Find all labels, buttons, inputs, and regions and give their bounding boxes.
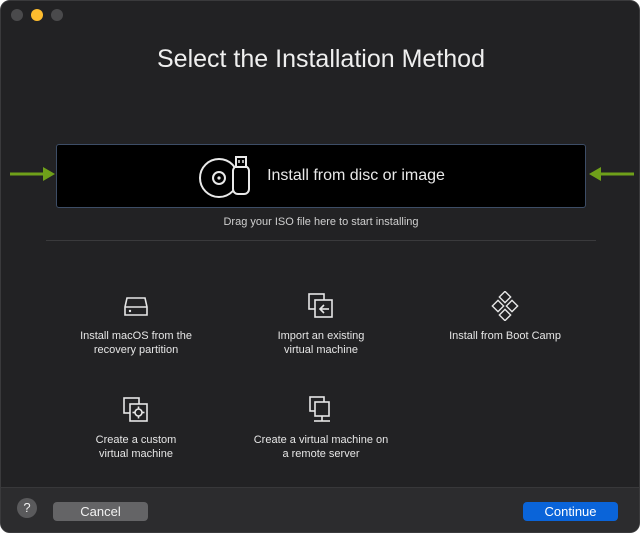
arrow-left-icon [589,167,634,181]
cancel-button[interactable]: Cancel [53,502,148,521]
disc-usb-icon [199,156,251,198]
close-window-button[interactable] [11,9,23,21]
dropzone-hint: Drag your ISO file here to start install… [223,216,419,228]
option-label: Import an existing virtual machine [277,330,365,356]
option-label: Create a custom virtual machine [95,434,177,460]
continue-button[interactable]: Continue [523,502,618,521]
option-label: Install from Boot Camp [449,330,561,342]
remote-server-icon [309,396,330,422]
install-from-image-dropzone[interactable]: Install from disc or image [56,144,586,208]
maximize-window-button[interactable] [51,9,63,21]
drive-icon [124,297,148,316]
option-create-custom-vm[interactable]: Create a custom virtual machine [46,395,226,461]
option-create-remote-vm[interactable]: Create a virtual machine on a remote ser… [231,395,411,461]
option-label: Create a virtual machine on a remote ser… [253,434,389,460]
import-icon [308,293,333,318]
page-title: Select the Installation Method [157,45,485,73]
bootcamp-icon [491,291,519,321]
custom-vm-icon [123,397,148,422]
installation-window: Select the Installation Method Install f… [0,0,640,533]
minimize-window-button[interactable] [31,9,43,21]
option-label: Install macOS from the recovery partitio… [80,330,192,356]
dropzone-label: Install from disc or image [267,167,445,184]
option-install-boot-camp[interactable]: Install from Boot Camp [415,291,595,343]
divider [46,240,596,241]
traffic-lights [11,9,63,21]
option-import-virtual-machine[interactable]: Import an existing virtual machine [231,291,411,357]
arrow-right-icon [10,167,55,181]
help-button[interactable]: ? [17,498,37,518]
option-install-macos-recovery[interactable]: Install macOS from the recovery partitio… [46,291,226,357]
